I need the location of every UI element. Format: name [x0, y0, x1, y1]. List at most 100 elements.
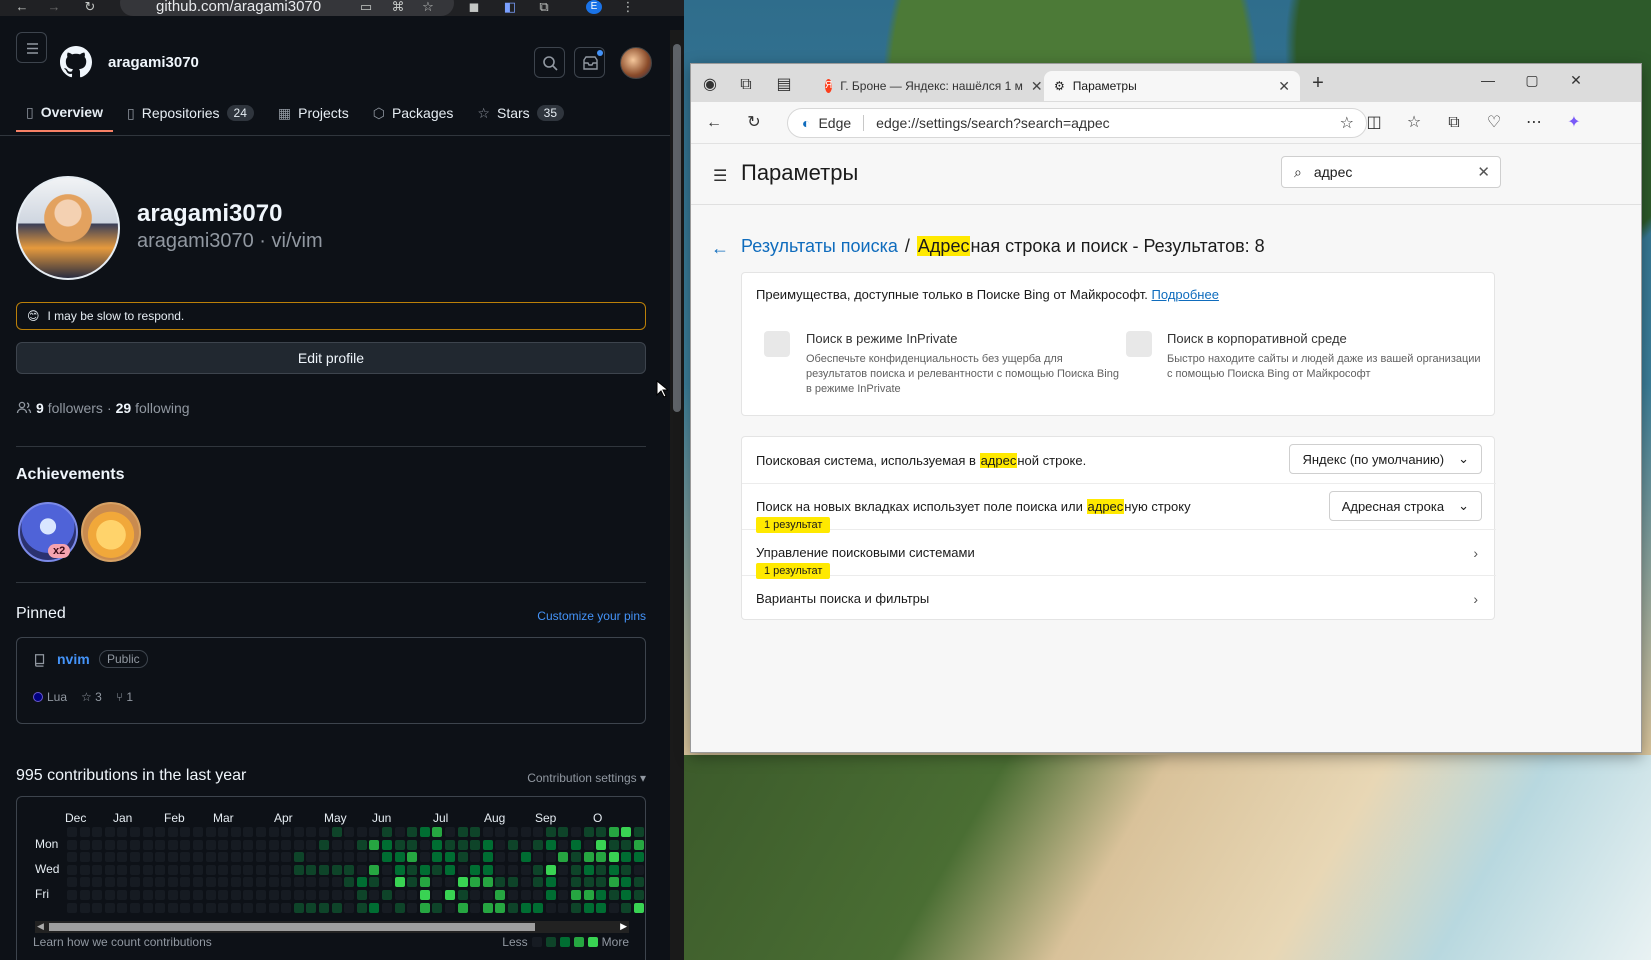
contribution-day[interactable]	[67, 839, 77, 850]
contribution-day[interactable]	[293, 877, 304, 888]
contribution-day[interactable]	[407, 902, 418, 913]
contribution-day[interactable]	[104, 827, 115, 837]
contribution-day[interactable]	[621, 877, 632, 888]
contribution-day[interactable]	[130, 827, 140, 837]
contribution-day[interactable]	[520, 877, 531, 888]
contribution-day[interactable]	[394, 839, 405, 850]
contribution-day[interactable]	[142, 890, 153, 900]
contribution-day[interactable]	[142, 852, 153, 863]
contribution-day[interactable]	[306, 839, 317, 850]
close-window-icon[interactable]: ✕	[1565, 72, 1587, 92]
contribution-day[interactable]	[482, 890, 493, 900]
contribution-day[interactable]	[369, 864, 380, 875]
contribution-day[interactable]	[230, 902, 241, 913]
settings-menu-icon[interactable]: ☰	[713, 166, 727, 186]
contribution-day[interactable]	[445, 864, 455, 875]
contribution-day[interactable]	[596, 839, 607, 850]
contribution-day[interactable]	[369, 902, 380, 913]
contribution-day[interactable]	[130, 839, 140, 850]
contribution-day[interactable]	[533, 827, 544, 837]
search-results-link[interactable]: Результаты поиска	[741, 236, 898, 257]
profile-avatar[interactable]	[16, 176, 120, 280]
contribution-day[interactable]	[558, 852, 569, 863]
contribution-day[interactable]	[558, 864, 569, 875]
contribution-day[interactable]	[432, 902, 443, 913]
tab-settings[interactable]: ⚙ Параметры ✕	[1044, 71, 1300, 101]
kebab-menu-icon[interactable]: ⋮	[620, 0, 636, 14]
contribution-day[interactable]	[230, 890, 241, 900]
browser-essentials-icon[interactable]: ♡	[1483, 112, 1505, 134]
contribution-day[interactable]	[545, 864, 556, 875]
contribution-day[interactable]	[457, 852, 468, 863]
contribution-day[interactable]	[495, 827, 506, 837]
contribution-day[interactable]	[117, 890, 128, 900]
contribution-day[interactable]	[230, 839, 241, 850]
contribution-day[interactable]	[482, 864, 493, 875]
contribution-day[interactable]	[167, 877, 178, 888]
contribution-day[interactable]	[583, 890, 594, 900]
contribution-day[interactable]	[621, 839, 632, 850]
contribution-day[interactable]	[243, 890, 254, 900]
contribution-day[interactable]	[193, 827, 203, 837]
contribution-day[interactable]	[445, 890, 455, 900]
contribution-day[interactable]	[67, 877, 77, 888]
back-icon[interactable]: ←	[703, 112, 725, 134]
contribution-day[interactable]	[369, 839, 380, 850]
contribution-day[interactable]	[142, 864, 153, 875]
learn-more-link[interactable]: Подробнее	[1152, 287, 1219, 302]
contribution-day[interactable]	[520, 890, 531, 900]
contribution-day[interactable]	[230, 852, 241, 863]
contribution-day[interactable]	[104, 902, 115, 913]
contribution-day[interactable]	[571, 877, 581, 888]
contribution-day[interactable]	[155, 864, 166, 875]
contribution-day[interactable]	[79, 864, 90, 875]
contribution-day[interactable]	[130, 877, 140, 888]
contribution-day[interactable]	[445, 839, 455, 850]
contribution-day[interactable]	[571, 890, 581, 900]
contribution-day[interactable]	[92, 852, 103, 863]
contribution-day[interactable]	[482, 839, 493, 850]
contribution-day[interactable]	[218, 839, 229, 850]
contribution-day[interactable]	[470, 852, 481, 863]
contribution-day[interactable]	[230, 827, 241, 837]
contribution-day[interactable]	[394, 877, 405, 888]
edit-profile-button[interactable]: Edit profile	[16, 342, 646, 374]
install-icon[interactable]: ▭	[358, 0, 374, 14]
contribution-day[interactable]	[419, 877, 430, 888]
contribution-day[interactable]	[268, 902, 279, 913]
contribution-day[interactable]	[256, 864, 266, 875]
contribution-day[interactable]	[356, 902, 367, 913]
contribution-day[interactable]	[167, 864, 178, 875]
search-engine-select[interactable]: Яндекс (по умолчанию) ⌄	[1289, 444, 1482, 474]
learn-contributions-link[interactable]: Learn how we count contributions	[33, 935, 212, 949]
contribution-day[interactable]	[256, 839, 266, 850]
contribution-day[interactable]	[344, 902, 355, 913]
contribution-day[interactable]	[155, 890, 166, 900]
contribution-day[interactable]	[558, 877, 569, 888]
contribution-day[interactable]	[356, 890, 367, 900]
contribution-day[interactable]	[407, 864, 418, 875]
contribution-day[interactable]	[155, 877, 166, 888]
scroll-right-icon[interactable]: ▶	[620, 921, 627, 932]
contribution-day[interactable]	[419, 827, 430, 837]
setting-row-manage-engines[interactable]: Управление поисковыми системами ›	[742, 529, 1496, 575]
contribution-day[interactable]	[419, 890, 430, 900]
contribution-day[interactable]	[394, 852, 405, 863]
contribution-day[interactable]	[457, 827, 468, 837]
contribution-day[interactable]	[193, 890, 203, 900]
contribution-day[interactable]	[369, 852, 380, 863]
contribution-day[interactable]	[457, 864, 468, 875]
contribution-day[interactable]	[520, 827, 531, 837]
contribution-day[interactable]	[419, 902, 430, 913]
contribution-day[interactable]	[394, 902, 405, 913]
contribution-day[interactable]	[319, 864, 329, 875]
contribution-day[interactable]	[205, 827, 216, 837]
contribution-day[interactable]	[533, 877, 544, 888]
contribution-day[interactable]	[470, 902, 481, 913]
contribution-day[interactable]	[344, 852, 355, 863]
tab-projects[interactable]: ▦ Projects	[268, 94, 359, 132]
contribution-day[interactable]	[306, 864, 317, 875]
contribution-day[interactable]	[545, 839, 556, 850]
contribution-day[interactable]	[419, 852, 430, 863]
contribution-day[interactable]	[382, 852, 392, 863]
